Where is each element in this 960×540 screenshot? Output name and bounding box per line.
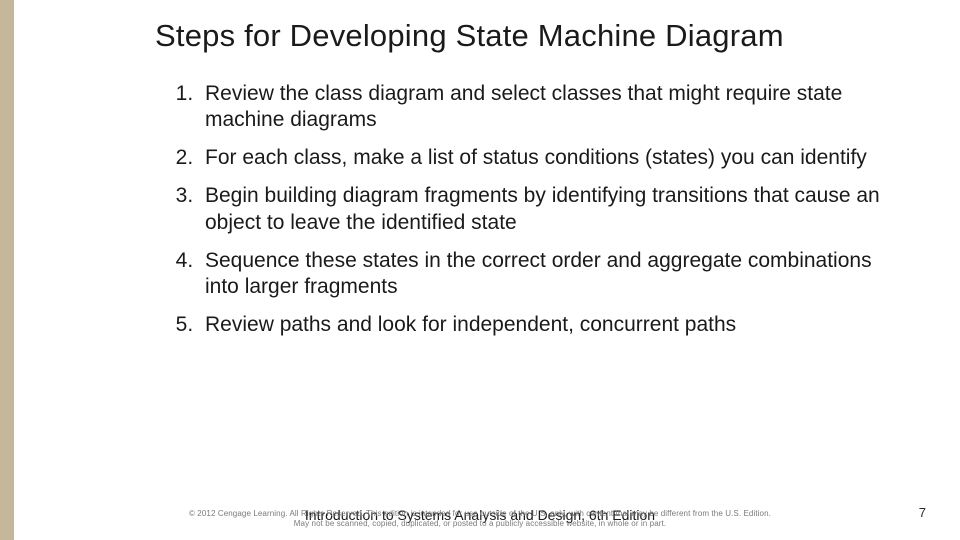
copyright-line1: © 2012 Cengage Learning. All Rights Rese… [189,509,771,518]
list-item: For each class, make a list of status co… [199,145,880,171]
footer: © 2012 Cengage Learning. All Rights Rese… [0,507,960,524]
copyright-line2: May not be scanned, copied, duplicated, … [294,519,666,528]
slide-title: Steps for Developing State Machine Diagr… [155,18,880,55]
list-item: Begin building diagram fragments by iden… [199,183,880,236]
page-number: 7 [919,505,926,520]
copyright-text: © 2012 Cengage Learning. All Rights Rese… [189,509,771,528]
steps-list: Review the class diagram and select clas… [155,81,880,339]
list-item: Review the class diagram and select clas… [199,81,880,134]
list-item: Sequence these states in the correct ord… [199,248,880,301]
list-item: Review paths and look for independent, c… [199,312,880,338]
slide-content: Steps for Developing State Machine Diagr… [155,18,880,351]
sidebar-accent [0,0,14,540]
